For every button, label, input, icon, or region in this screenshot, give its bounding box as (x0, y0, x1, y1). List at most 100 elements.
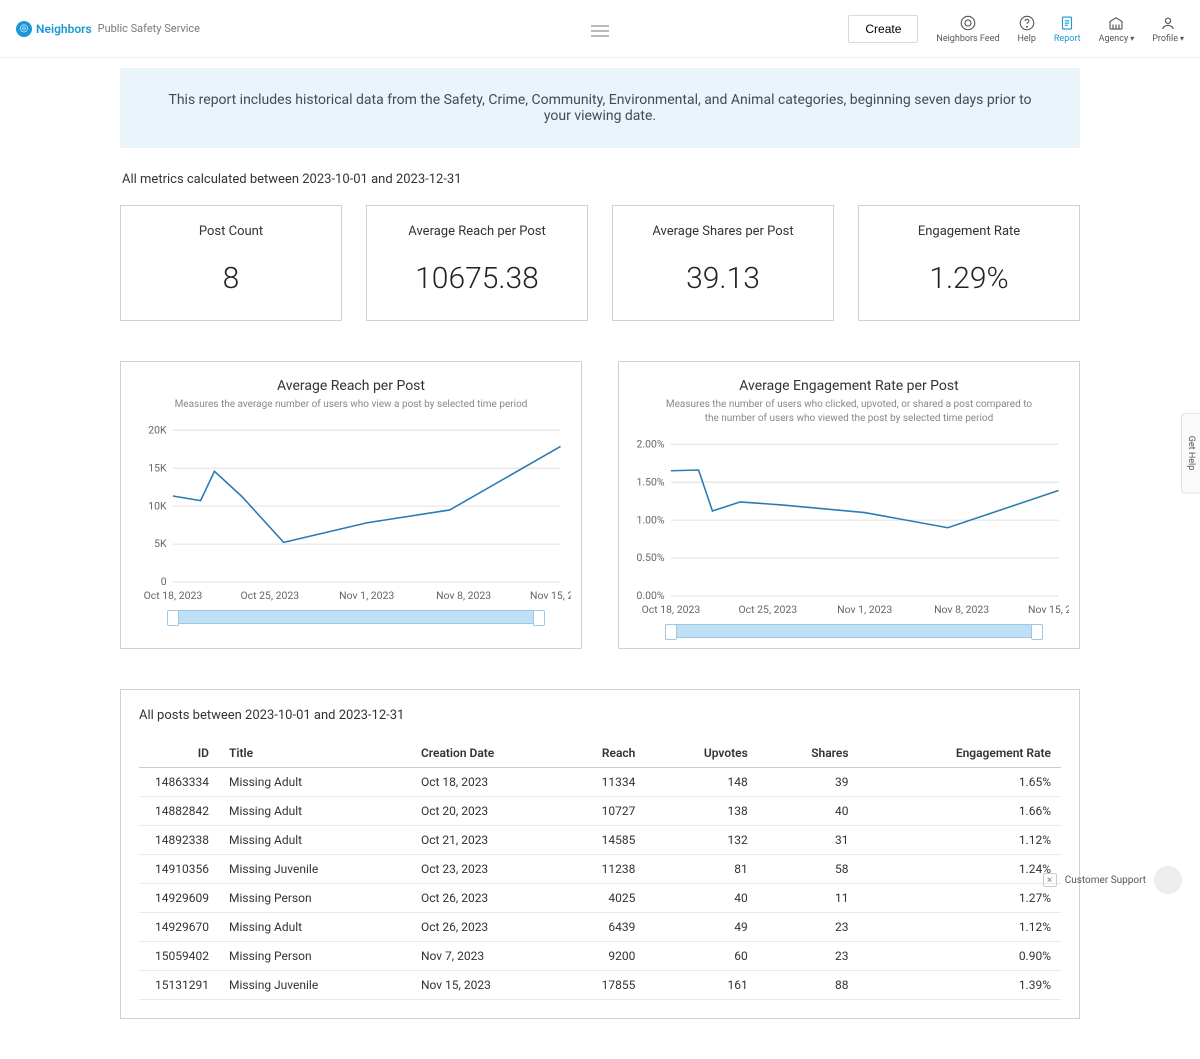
cell-upvotes: 148 (645, 768, 757, 797)
table-row[interactable]: 14863334Missing AdultOct 18, 20231133414… (139, 768, 1061, 797)
chevron-down-icon: ▾ (1130, 34, 1134, 43)
table-row[interactable]: 15131291Missing JuvenileNov 15, 20231785… (139, 971, 1061, 1000)
svg-text:1.50%: 1.50% (637, 475, 665, 488)
chart-subtitle: Measures the average number of users who… (161, 398, 541, 412)
cell-date: Oct 21, 2023 (411, 826, 551, 855)
nav-item-neighbors-feed[interactable]: Neighbors Feed (936, 14, 999, 44)
brand[interactable]: ◎ Neighbors Public Safety Service (16, 21, 200, 37)
top-nav: ◎ Neighbors Public Safety Service Create… (0, 0, 1200, 58)
svg-text:Oct 25, 2023: Oct 25, 2023 (738, 603, 797, 616)
col-date[interactable]: Creation Date (411, 739, 551, 768)
nav-item-help[interactable]: Help (1017, 14, 1035, 44)
card-title: Post Count (131, 224, 331, 239)
brand-logo-icon: ◎ (16, 21, 32, 37)
cell-id: 14929609 (139, 884, 219, 913)
cell-shares: 11 (758, 884, 859, 913)
cell-er: 1.12% (859, 826, 1061, 855)
support-avatar-icon[interactable] (1154, 866, 1182, 894)
svg-text:Nov 1, 2023: Nov 1, 2023 (339, 589, 394, 602)
brand-name: Neighbors (36, 22, 92, 36)
svg-text:1.00%: 1.00% (637, 513, 665, 526)
cell-id: 15059402 (139, 942, 219, 971)
info-banner: This report includes historical data fro… (120, 68, 1080, 148)
table-row[interactable]: 14929609Missing PersonOct 26, 2023402540… (139, 884, 1061, 913)
nav-label: Profile▾ (1152, 34, 1184, 44)
svg-text:Nov 15, 2023: Nov 15, 2023 (530, 589, 571, 602)
cell-er: 1.24% (859, 855, 1061, 884)
col-id[interactable]: ID (139, 739, 219, 768)
cell-title: Missing Adult (219, 913, 411, 942)
chart-range-slider[interactable] (669, 624, 1039, 638)
svg-text:Nov 8, 2023: Nov 8, 2023 (934, 603, 989, 616)
chart-canvas[interactable]: 05K10K15K20KOct 18, 2023Oct 25, 2023Nov … (131, 424, 571, 604)
cell-title: Missing Juvenile (219, 855, 411, 884)
nav-label: Help (1017, 34, 1035, 44)
svg-text:Oct 25, 2023: Oct 25, 2023 (240, 589, 299, 602)
support-label[interactable]: Customer Support (1065, 875, 1146, 886)
svg-text:Oct 18, 2023: Oct 18, 2023 (144, 589, 203, 602)
cell-id: 14929670 (139, 913, 219, 942)
nav-item-agency[interactable]: Agency▾ (1099, 14, 1135, 44)
cell-er: 1.66% (859, 797, 1061, 826)
close-icon[interactable]: × (1043, 873, 1057, 887)
get-help-tab[interactable]: Get Help (1181, 413, 1200, 494)
hamburger-icon (591, 30, 609, 32)
table-row[interactable]: 15059402Missing PersonNov 7, 20239200602… (139, 942, 1061, 971)
cell-upvotes: 60 (645, 942, 757, 971)
chart-subtitle: Measures the number of users who clicked… (659, 398, 1039, 426)
nav-item-report[interactable]: Report (1054, 14, 1081, 44)
table-title: All posts between 2023-10-01 and 2023-12… (139, 708, 1061, 723)
col-reach[interactable]: Reach (551, 739, 645, 768)
nav-item-profile[interactable]: Profile▾ (1152, 14, 1184, 44)
cell-shares: 31 (758, 826, 859, 855)
col-shares[interactable]: Shares (758, 739, 859, 768)
cell-title: Missing Person (219, 884, 411, 913)
profile-icon (1159, 14, 1177, 32)
table-row[interactable]: 14882842Missing AdultOct 20, 20231072713… (139, 797, 1061, 826)
chart-canvas[interactable]: 0.00%0.50%1.00%1.50%2.00%Oct 18, 2023Oct… (629, 438, 1069, 618)
card-value: 39.13 (623, 261, 823, 296)
col-engagement[interactable]: Engagement Rate (859, 739, 1061, 768)
table-row[interactable]: 14892338Missing AdultOct 21, 20231458513… (139, 826, 1061, 855)
nav-label: Agency▾ (1099, 34, 1135, 44)
cell-date: Nov 7, 2023 (411, 942, 551, 971)
create-button[interactable]: Create (848, 15, 918, 43)
table-header-row: ID Title Creation Date Reach Upvotes Sha… (139, 739, 1061, 768)
cell-reach: 4025 (551, 884, 645, 913)
cell-reach: 11334 (551, 768, 645, 797)
cell-id: 14863334 (139, 768, 219, 797)
cell-upvotes: 132 (645, 826, 757, 855)
cell-title: Missing Person (219, 942, 411, 971)
card-title: Average Reach per Post (377, 224, 577, 239)
posts-table: ID Title Creation Date Reach Upvotes Sha… (139, 739, 1061, 1000)
help-icon (1018, 14, 1036, 32)
svg-text:Nov 8, 2023: Nov 8, 2023 (436, 589, 491, 602)
svg-text:2.00%: 2.00% (637, 438, 665, 450)
svg-text:10K: 10K (148, 499, 167, 512)
cell-reach: 17855 (551, 971, 645, 1000)
cell-upvotes: 81 (645, 855, 757, 884)
cell-date: Oct 23, 2023 (411, 855, 551, 884)
agency-icon (1107, 14, 1125, 32)
cell-id: 14910356 (139, 855, 219, 884)
chevron-down-icon: ▾ (1180, 34, 1184, 43)
table-row[interactable]: 14910356Missing JuvenileOct 23, 20231123… (139, 855, 1061, 884)
chart-range-slider[interactable] (171, 610, 541, 624)
nav-right: Create Neighbors Feed Help Report Agency… (848, 14, 1184, 44)
svg-text:Oct 18, 2023: Oct 18, 2023 (642, 603, 701, 616)
cell-shares: 39 (758, 768, 859, 797)
chart-reach: Average Reach per Post Measures the aver… (120, 361, 582, 649)
table-row[interactable]: 14929670Missing AdultOct 26, 20236439492… (139, 913, 1061, 942)
cell-upvotes: 40 (645, 884, 757, 913)
cell-reach: 6439 (551, 913, 645, 942)
col-title[interactable]: Title (219, 739, 411, 768)
cell-upvotes: 49 (645, 913, 757, 942)
cell-title: Missing Adult (219, 826, 411, 855)
cell-shares: 23 (758, 942, 859, 971)
hamburger-toggle[interactable] (591, 21, 609, 36)
cell-upvotes: 161 (645, 971, 757, 1000)
cell-title: Missing Adult (219, 768, 411, 797)
col-upvotes[interactable]: Upvotes (645, 739, 757, 768)
chart-title: Average Reach per Post (131, 378, 571, 394)
cell-shares: 58 (758, 855, 859, 884)
